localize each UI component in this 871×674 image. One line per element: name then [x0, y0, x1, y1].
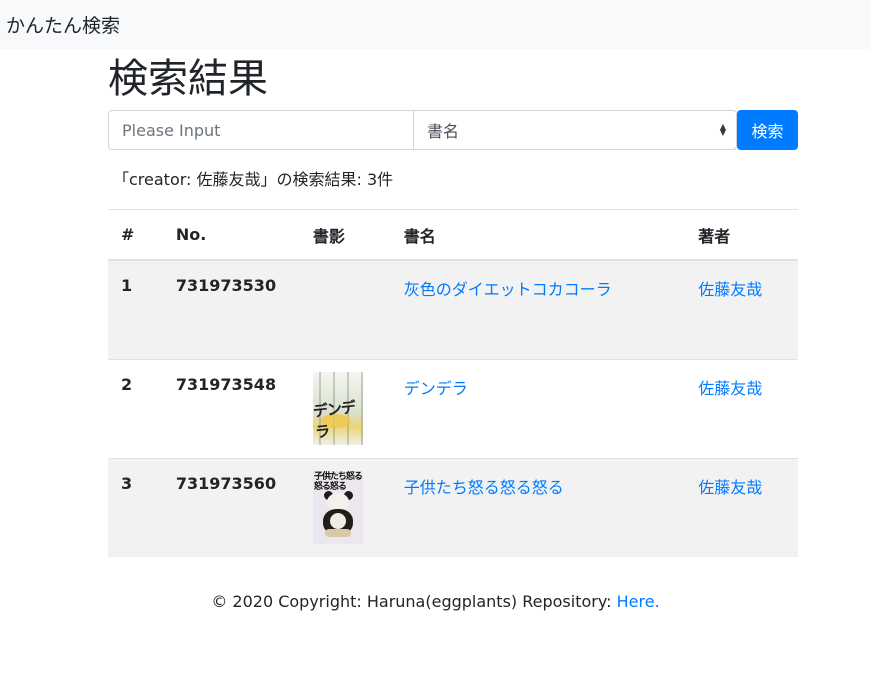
book-cover-image: 子供たち怒る怒る怒る	[312, 470, 363, 544]
row-cover-cell: デンデラ	[312, 358, 404, 458]
row-no: 731973548	[175, 358, 313, 458]
footer-copyright: © 2020 Copyright: Haruna(eggplants) Repo…	[211, 592, 617, 611]
row-no: 731973530	[175, 259, 313, 359]
book-title-link[interactable]: 灰色のダイエットコカコーラ	[404, 280, 612, 299]
header-cover: 書影	[312, 209, 404, 261]
row-index: 1	[108, 259, 176, 359]
table-row: 2 731973548 デンデラ デンデラ 佐藤友哉	[108, 358, 798, 458]
cover-title-text: 子供たち怒る怒る怒る	[313, 471, 363, 492]
row-cover-cell: 子供たち怒る怒る怒る	[312, 457, 404, 557]
select-caret-icon: ▲ ▼	[719, 122, 726, 137]
row-no: 731973560	[175, 457, 313, 557]
navbar-brand[interactable]: かんたん検索	[6, 11, 120, 38]
row-index: 3	[108, 457, 176, 557]
header-title: 書名	[403, 209, 699, 261]
book-cover-image: デンデラ	[312, 371, 363, 445]
book-title-link[interactable]: デンデラ	[404, 379, 468, 398]
row-index: 2	[108, 358, 176, 458]
header-author: 著者	[698, 209, 798, 261]
header-index: #	[108, 209, 176, 261]
header-no: No.	[175, 209, 313, 261]
bear-head-shape	[326, 492, 349, 511]
bear-feet-shape	[324, 528, 351, 537]
results-table: # No. 書影 書名 著者 1 731973530 灰色のダイエットコカコーラ…	[108, 209, 798, 557]
search-button[interactable]: 検索	[737, 110, 798, 150]
table-row: 3 731973560 子供たち怒る怒る怒る 子供たち怒る怒る怒る 佐藤友哉	[108, 457, 798, 557]
cover-title-text: デンデラ	[312, 397, 356, 441]
table-row: 1 731973530 灰色のダイエットコカコーラ 佐藤友哉	[108, 259, 798, 359]
repository-link[interactable]: Here.	[617, 592, 660, 611]
footer: © 2020 Copyright: Haruna(eggplants) Repo…	[0, 592, 871, 612]
navbar: かんたん検索	[0, 0, 871, 49]
bear-belly-shape	[329, 512, 346, 529]
author-link[interactable]: 佐藤友哉	[698, 280, 762, 299]
author-link[interactable]: 佐藤友哉	[698, 478, 762, 497]
search-field-selected-value: 書名	[427, 122, 460, 141]
result-summary: 「creator: 佐藤友哉」の検索結果: 3件	[113, 170, 394, 189]
search-input[interactable]	[108, 110, 413, 150]
page-title: 検索結果	[108, 56, 268, 102]
author-link[interactable]: 佐藤友哉	[698, 379, 762, 398]
table-header-row: # No. 書影 書名 著者	[108, 209, 798, 261]
search-form: 書名 ▲▼ 検索	[108, 110, 798, 150]
book-title-link[interactable]: 子供たち怒る怒る怒る	[404, 478, 564, 497]
search-field-select[interactable]: 書名 ▲ ▼	[413, 110, 737, 150]
row-cover-empty	[312, 259, 404, 359]
